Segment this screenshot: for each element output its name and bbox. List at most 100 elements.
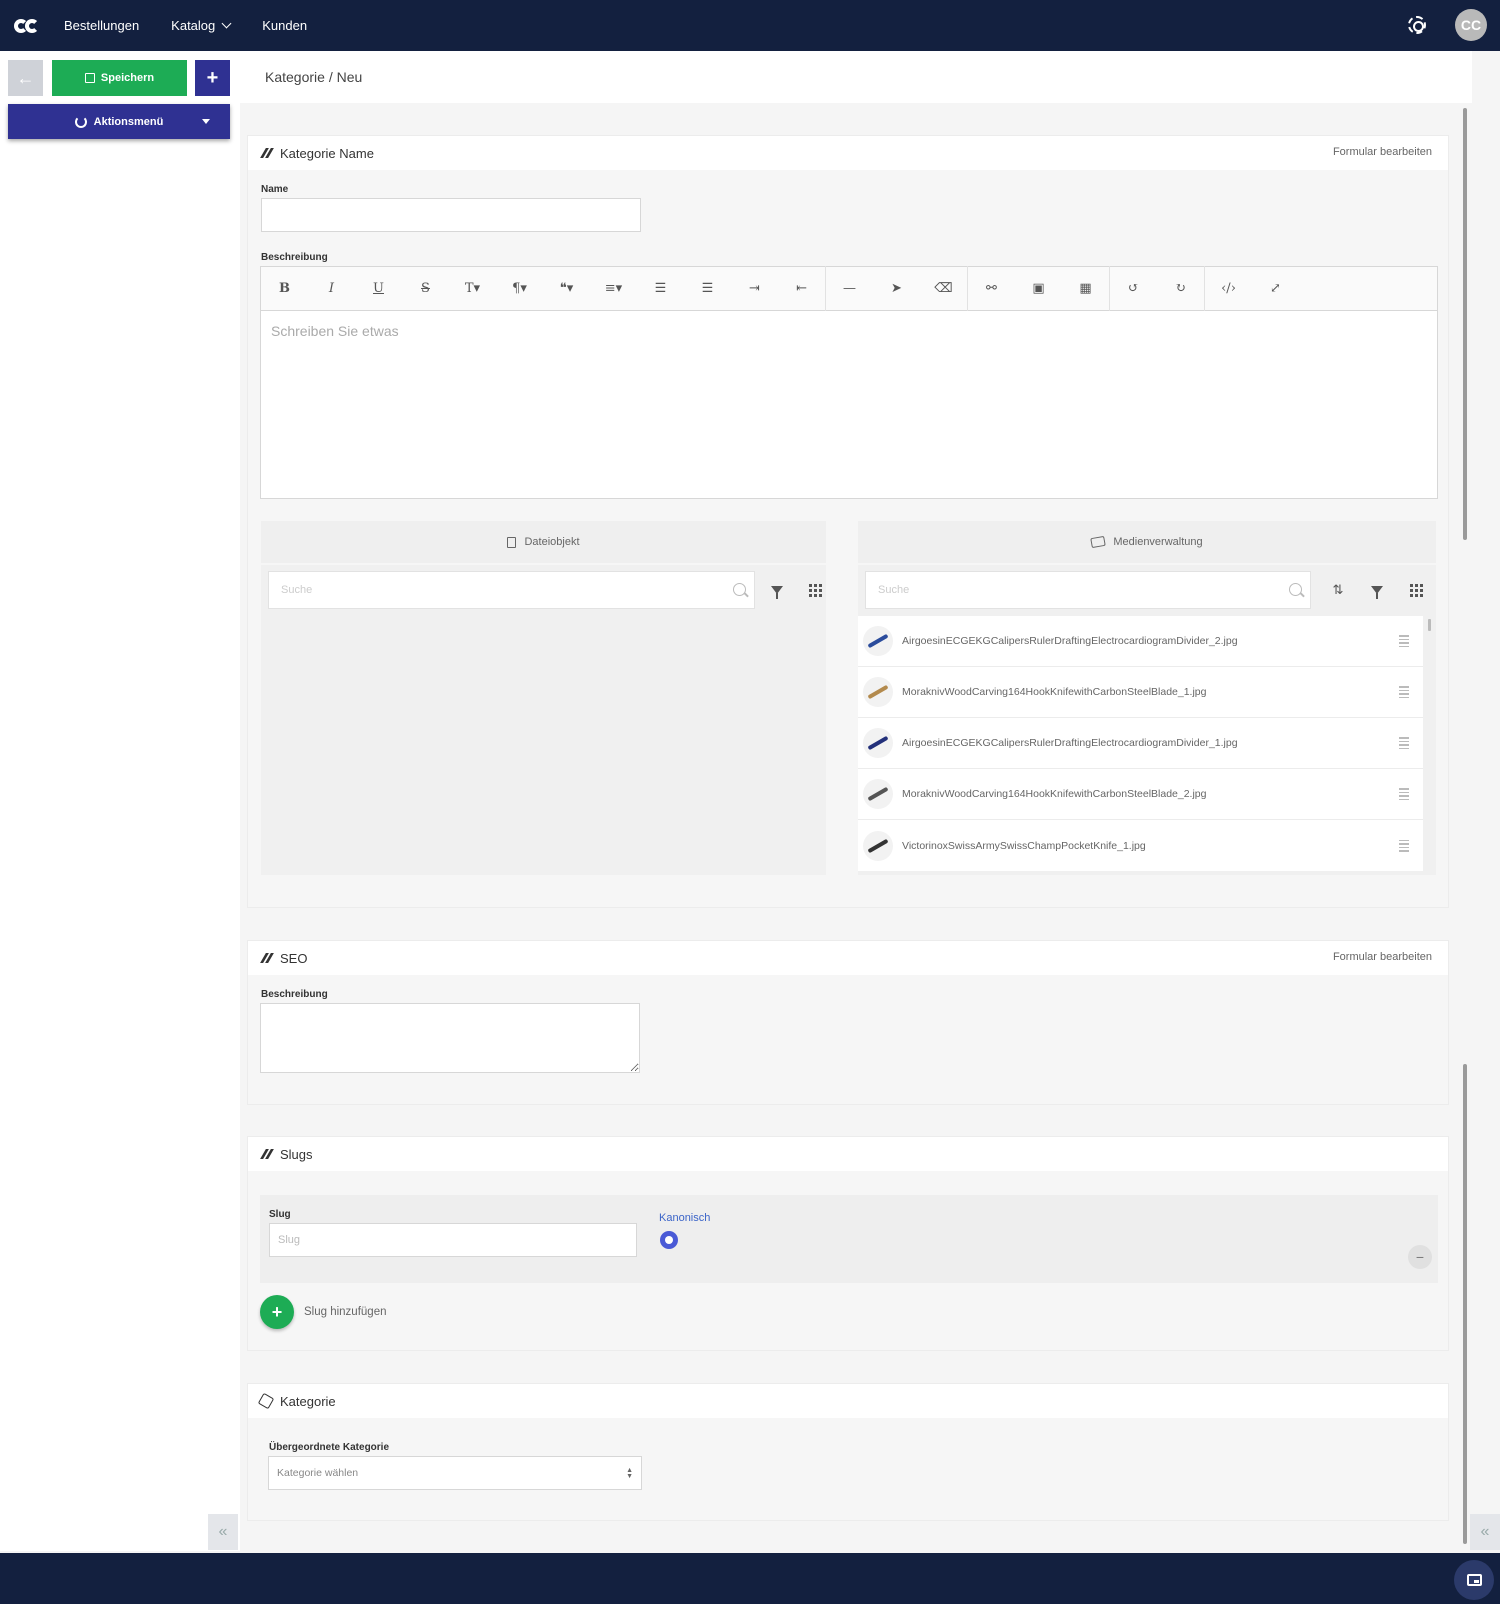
- drag-handle-icon[interactable]: [1399, 735, 1409, 751]
- media-list-scrollbar[interactable]: [1428, 619, 1431, 631]
- drag-handle-icon[interactable]: [1399, 633, 1409, 649]
- search-icon[interactable]: [1289, 583, 1302, 596]
- chevron-down-icon: [221, 18, 232, 29]
- card-title: SEO: [280, 950, 308, 966]
- collapse-left-button[interactable]: «: [208, 1514, 238, 1550]
- media-list-item[interactable]: AirgoesinECGEKGCalipersRulerDraftingElec…: [858, 718, 1423, 769]
- ordered-list-icon[interactable]: ☰: [637, 281, 684, 296]
- filter-icon[interactable]: [769, 582, 785, 599]
- editor-toolbar: B I U S T▾ ¶▾ ❝▾ ≡▾ ☰ ☰ ⇥ ⇤ — ➤ ⌫ ⚯ ▣ ▦ …: [260, 266, 1438, 311]
- rich-text-editor[interactable]: Schreiben Sie etwas: [260, 311, 1438, 499]
- nav-kunden[interactable]: Kunden: [262, 18, 307, 33]
- name-input[interactable]: [261, 198, 641, 232]
- media-thumbnail: [863, 830, 893, 861]
- edit-icon: [260, 148, 272, 158]
- add-slug-label[interactable]: Slug hinzufügen: [304, 1306, 386, 1318]
- strikethrough-icon[interactable]: S: [402, 281, 449, 296]
- save-button[interactable]: Speichern: [52, 60, 187, 96]
- media-thumbnail: [863, 728, 893, 758]
- left-action-pane: [0, 51, 240, 1551]
- horizontal-rule-icon[interactable]: —: [826, 281, 873, 296]
- select-arrows-icon: ▲ ▼: [626, 1467, 633, 1480]
- media-thumbnail: [863, 677, 893, 707]
- edit-form-link[interactable]: Formular bearbeiten: [1333, 146, 1432, 158]
- image-icon[interactable]: ▣: [1015, 281, 1062, 296]
- gear-icon[interactable]: [1408, 16, 1426, 34]
- drag-handle-icon[interactable]: [1399, 684, 1409, 700]
- canonical-label: Kanonisch: [659, 1212, 711, 1224]
- edit-icon: [260, 953, 272, 963]
- file-object-pane: Suche: [261, 565, 826, 875]
- page-scrollbar[interactable]: [1463, 108, 1467, 540]
- table-icon[interactable]: ▦: [1062, 281, 1109, 296]
- add-slug-button[interactable]: +: [260, 1295, 294, 1329]
- eraser-icon[interactable]: ⌫: [920, 281, 967, 296]
- monitor-icon: [1466, 1574, 1482, 1586]
- description-label: Beschreibung: [261, 252, 328, 263]
- indent-icon[interactable]: ⇥: [731, 281, 778, 296]
- media-manager-header[interactable]: Medienverwaltung: [858, 521, 1436, 563]
- card-title: Kategorie: [280, 1393, 336, 1409]
- font-size-icon[interactable]: T▾: [449, 281, 496, 296]
- bold-icon[interactable]: B: [261, 281, 308, 296]
- media-icon: [1090, 535, 1107, 549]
- card-header: Slugs: [248, 1137, 1448, 1171]
- action-menu-button[interactable]: Aktionsmenü: [8, 104, 230, 139]
- app-logo[interactable]: [14, 16, 40, 36]
- file-search-input[interactable]: Suche: [268, 571, 755, 609]
- filter-icon[interactable]: [1369, 582, 1385, 599]
- media-file-name: AirgoesinECGEKGCalipersRulerDraftingElec…: [902, 737, 1238, 749]
- media-file-name: AirgoesinECGEKGCalipersRulerDraftingElec…: [902, 635, 1238, 647]
- media-thumbnail: [863, 626, 893, 656]
- slug-label: Slug: [269, 1209, 291, 1220]
- breadcrumb: Kategorie / Neu: [265, 69, 363, 85]
- file-icon: [507, 536, 517, 548]
- add-button[interactable]: +: [195, 60, 230, 96]
- fullscreen-icon[interactable]: ⤢: [1252, 281, 1299, 296]
- action-menu-label: Aktionsmenü: [93, 115, 164, 128]
- back-button[interactable]: ←: [8, 60, 43, 96]
- paragraph-icon[interactable]: ¶▾: [496, 281, 543, 296]
- page-scrollbar-lower[interactable]: [1463, 1064, 1467, 1544]
- seo-description-textarea[interactable]: [260, 1003, 640, 1073]
- outdent-icon[interactable]: ⇤: [778, 281, 825, 296]
- file-object-header[interactable]: Dateiobjekt: [261, 521, 826, 563]
- drag-handle-icon[interactable]: [1399, 838, 1409, 854]
- media-list-item[interactable]: MoraknivWoodCarving164HookKnifewithCarbo…: [858, 769, 1423, 820]
- nav-bestellungen-label: Bestellungen: [64, 18, 140, 33]
- avatar[interactable]: CC: [1455, 9, 1487, 41]
- media-list-item[interactable]: AirgoesinECGEKGCalipersRulerDraftingElec…: [858, 616, 1423, 667]
- italic-icon[interactable]: I: [308, 281, 355, 296]
- slug-input[interactable]: Slug: [269, 1223, 637, 1257]
- sort-icon[interactable]: ⇅: [1330, 582, 1346, 598]
- file-search-placeholder: Suche: [281, 584, 313, 596]
- unordered-list-icon[interactable]: ☰: [684, 281, 731, 296]
- collapse-right-button[interactable]: «: [1470, 1514, 1500, 1550]
- align-icon[interactable]: ≡▾: [590, 281, 637, 296]
- undo-icon[interactable]: ↺: [1110, 281, 1157, 296]
- code-view-icon[interactable]: ‹/›: [1205, 281, 1252, 296]
- underline-icon[interactable]: U: [355, 281, 402, 296]
- parent-category-select[interactable]: Kategorie wählen ▲ ▼: [268, 1456, 642, 1490]
- nav-bestellungen[interactable]: Bestellungen: [64, 18, 139, 33]
- screen-toggle-button[interactable]: [1454, 1560, 1494, 1600]
- remove-slug-button[interactable]: −: [1408, 1245, 1432, 1269]
- name-label: Name: [261, 184, 289, 195]
- grid-view-icon[interactable]: [807, 582, 823, 598]
- canonical-radio[interactable]: [660, 1231, 678, 1249]
- media-search-placeholder: Suche: [878, 584, 910, 596]
- redo-icon[interactable]: ↻: [1157, 281, 1204, 296]
- pointer-icon[interactable]: ➤: [873, 281, 920, 296]
- media-list-item[interactable]: MoraknivWoodCarving164HookKnifewithCarbo…: [858, 667, 1423, 718]
- media-search-input[interactable]: Suche: [865, 571, 1311, 609]
- drag-handle-icon[interactable]: [1399, 786, 1409, 802]
- link-icon[interactable]: ⚯: [968, 281, 1015, 296]
- edit-form-link[interactable]: Formular bearbeiten: [1333, 951, 1432, 963]
- nav-katalog[interactable]: Katalog: [171, 18, 232, 33]
- nav-katalog-label: Katalog: [171, 18, 216, 33]
- caret-down-icon: [202, 119, 210, 124]
- grid-view-icon[interactable]: [1408, 582, 1424, 598]
- media-list-item[interactable]: VictorinoxSwissArmySwissChampPocketKnife…: [858, 820, 1423, 871]
- search-icon[interactable]: [733, 583, 746, 596]
- quote-icon[interactable]: ❝▾: [543, 281, 590, 296]
